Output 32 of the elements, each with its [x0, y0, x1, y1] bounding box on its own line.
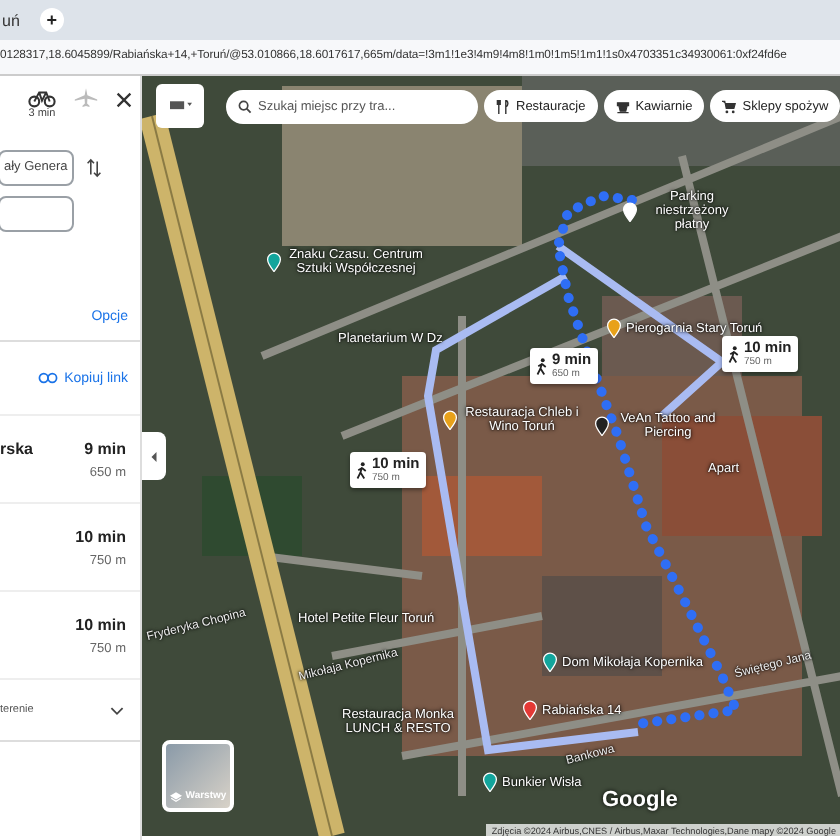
map-pin-icon[interactable]	[442, 410, 458, 430]
layers-button[interactable]	[156, 84, 204, 128]
coffee-cup-icon	[615, 99, 630, 113]
route-time: 10 min	[75, 527, 126, 545]
route-time: 10 min	[75, 615, 126, 633]
map-pin-icon[interactable]	[594, 416, 610, 436]
map-pin-icon[interactable]	[266, 252, 282, 272]
collapse-panel-button[interactable]	[142, 432, 166, 480]
close-icon[interactable]	[116, 92, 132, 108]
link-icon	[38, 372, 59, 384]
fork-knife-icon	[496, 99, 510, 113]
search-icon	[238, 99, 252, 113]
browser-tab-title[interactable]: uń	[2, 11, 20, 29]
destination-field[interactable]	[0, 195, 74, 231]
new-tab-button[interactable]: +	[39, 8, 64, 32]
map-pin-icon[interactable]	[606, 318, 622, 338]
map-pin-icon[interactable]	[522, 700, 538, 720]
route-time: 9 min	[84, 439, 126, 457]
map-pin-icon[interactable]	[482, 772, 498, 792]
chevron-icon	[110, 705, 124, 715]
airplane-icon	[72, 88, 100, 108]
map-pin-icon[interactable]	[542, 652, 558, 672]
caret-icon	[150, 451, 158, 461]
walking-person-icon	[728, 345, 740, 363]
walking-person-icon	[536, 357, 548, 375]
layers-icon	[169, 792, 182, 802]
route-name: rska	[0, 439, 33, 457]
bicycle-icon	[28, 88, 56, 108]
swap-icon[interactable]	[86, 157, 102, 177]
shopping-cart-icon	[722, 99, 737, 113]
google-logo: Google	[602, 788, 678, 812]
walking-person-icon	[356, 461, 368, 479]
